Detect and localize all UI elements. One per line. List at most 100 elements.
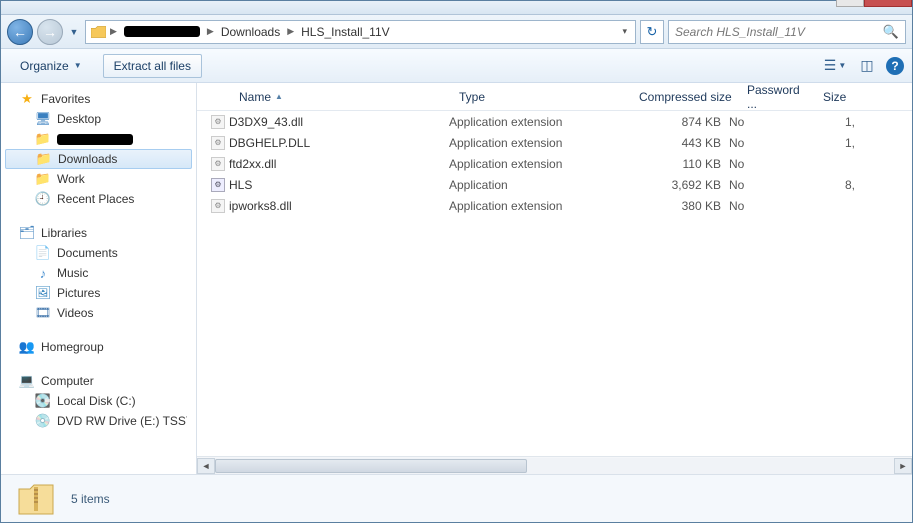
music-icon: ♪	[35, 265, 51, 281]
toolbar: Organize ▼ Extract all files ☰▼ ◫ ?	[1, 49, 912, 83]
nav-downloads[interactable]: 📁Downloads	[5, 149, 192, 169]
maximize-button[interactable]	[836, 0, 864, 7]
file-password: No	[729, 178, 805, 192]
nav-history-dropdown[interactable]: ▼	[67, 27, 81, 37]
dll-icon: ⚙	[211, 199, 225, 213]
file-type: Application	[449, 178, 629, 192]
search-icon[interactable]: 🔍	[883, 24, 899, 40]
disk-icon: 💽	[35, 393, 51, 409]
file-row[interactable]: ⚙ipworks8.dllApplication extension380 KB…	[197, 195, 912, 216]
search-input[interactable]: Search HLS_Install_11V 🔍	[668, 20, 906, 44]
folder-icon: 📁	[35, 131, 51, 147]
dll-icon: ⚙	[211, 157, 225, 171]
col-compressed-size[interactable]: Compressed size	[633, 90, 741, 104]
scroll-left-button[interactable]: ◄	[197, 458, 215, 474]
file-row[interactable]: ⚙ HLSApplication3,692 KBNo8,	[197, 174, 912, 195]
extract-all-button[interactable]: Extract all files	[103, 54, 202, 78]
file-name: DBGHELP.DLL	[229, 136, 449, 150]
file-type: Application extension	[449, 157, 629, 171]
navigation-pane[interactable]: ★Favorites 🖥Desktop 📁 📁Downloads 📁Work 🕘…	[1, 83, 197, 474]
scroll-track[interactable]	[215, 458, 894, 474]
file-type: Application extension	[449, 136, 629, 150]
desktop-icon: 🖥	[35, 111, 51, 127]
file-row[interactable]: ⚙ ftd2xx.dllApplication extension110 KBNo	[197, 153, 912, 174]
nav-documents[interactable]: 📄Documents	[1, 243, 196, 263]
col-name[interactable]: Name▲	[233, 90, 453, 104]
body: ★Favorites 🖥Desktop 📁 📁Downloads 📁Work 🕘…	[1, 83, 912, 474]
file-row[interactable]: ⚙ D3DX9_43.dllApplication extension874 KB…	[197, 111, 912, 132]
folder-icon: 📁	[36, 151, 52, 167]
nav-dvd-drive[interactable]: 💿DVD RW Drive (E:) TSSY	[1, 411, 196, 431]
col-password[interactable]: Password ...	[741, 83, 817, 111]
dll-icon: ⚙	[211, 115, 225, 129]
nav-work[interactable]: 📁Work	[1, 169, 196, 189]
scroll-right-button[interactable]: ►	[894, 458, 912, 474]
computer-header[interactable]: 💻Computer	[1, 371, 196, 391]
nav-music[interactable]: ♪Music	[1, 263, 196, 283]
scroll-thumb[interactable]	[215, 459, 527, 473]
view-options-button[interactable]: ☰▼	[822, 55, 848, 77]
folder-icon: 📁	[35, 171, 51, 187]
file-compressed-size: 443 KB	[629, 136, 729, 150]
file-name: ipworks8.dll	[229, 199, 449, 213]
file-size: 1,	[805, 115, 855, 129]
zip-folder-icon	[15, 479, 57, 519]
videos-icon: 🎞	[35, 305, 51, 321]
file-password: No	[729, 199, 805, 213]
address-bar[interactable]: ▶ ▶ Downloads ▶ HLS_Install_11V ▾	[85, 20, 636, 44]
computer-icon: 💻	[19, 373, 35, 389]
address-dropdown[interactable]: ▾	[618, 26, 631, 37]
file-compressed-size: 110 KB	[629, 157, 729, 171]
breadcrumb-folder[interactable]: HLS_Install_11V	[298, 24, 393, 40]
homegroup-header[interactable]: 👥Homegroup	[1, 337, 196, 357]
toolbar-right: ☰▼ ◫ ?	[822, 55, 904, 77]
folder-icon	[90, 24, 106, 40]
chevron-right-icon: ▶	[207, 26, 214, 37]
nav-local-disk[interactable]: 💽Local Disk (C:)	[1, 391, 196, 411]
file-name: HLS	[229, 178, 449, 192]
status-text: 5 items	[71, 492, 110, 506]
file-size: 8,	[805, 178, 855, 192]
file-compressed-size: 3,692 KB	[629, 178, 729, 192]
dvd-icon: 💿	[35, 413, 51, 429]
file-password: No	[729, 157, 805, 171]
file-password: No	[729, 136, 805, 150]
preview-pane-button[interactable]: ◫	[854, 55, 880, 77]
sort-asc-icon: ▲	[275, 92, 283, 101]
file-list[interactable]: ⚙D3DX9_43.dllApplication extension874 KB…	[197, 111, 912, 456]
recent-icon: 🕘	[35, 191, 51, 207]
address-row: ← → ▼ ▶ ▶ Downloads ▶ HLS_Install_11V ▾ …	[1, 15, 912, 49]
close-button[interactable]	[864, 0, 912, 7]
file-compressed-size: 380 KB	[629, 199, 729, 213]
help-button[interactable]: ?	[886, 57, 904, 75]
documents-icon: 📄	[35, 245, 51, 261]
file-name: D3DX9_43.dll	[229, 115, 449, 129]
nav-pictures[interactable]: 🖼Pictures	[1, 283, 196, 303]
organize-button[interactable]: Organize ▼	[9, 54, 93, 78]
status-bar: 5 items	[1, 474, 912, 522]
file-name: ftd2xx.dll	[229, 157, 449, 171]
dll-icon: ⚙	[211, 136, 225, 150]
horizontal-scrollbar[interactable]: ◄ ►	[197, 456, 912, 474]
file-compressed-size: 874 KB	[629, 115, 729, 129]
file-password: No	[729, 115, 805, 129]
application-icon: ⚙	[211, 178, 225, 192]
nav-videos[interactable]: 🎞Videos	[1, 303, 196, 323]
nav-redacted[interactable]: 📁	[1, 129, 196, 149]
forward-button[interactable]: →	[37, 19, 63, 45]
back-button[interactable]: ←	[7, 19, 33, 45]
breadcrumb-downloads[interactable]: Downloads	[218, 24, 283, 40]
file-row[interactable]: ⚙ DBGHELP.DLLApplication extension443 KBN…	[197, 132, 912, 153]
chevron-right-icon: ▶	[110, 26, 117, 37]
star-icon: ★	[19, 91, 35, 107]
content-pane: Name▲ Type Compressed size Password ... …	[197, 83, 912, 474]
breadcrumb-redacted[interactable]	[121, 25, 203, 38]
nav-desktop[interactable]: 🖥Desktop	[1, 109, 196, 129]
col-size[interactable]: Size	[817, 90, 867, 104]
col-type[interactable]: Type	[453, 90, 633, 104]
refresh-button[interactable]: ↻	[640, 20, 664, 44]
file-type: Application extension	[449, 115, 629, 129]
libraries-header[interactable]: 🗂Libraries	[1, 223, 196, 243]
favorites-header[interactable]: ★Favorites	[1, 89, 196, 109]
nav-recent[interactable]: 🕘Recent Places	[1, 189, 196, 209]
